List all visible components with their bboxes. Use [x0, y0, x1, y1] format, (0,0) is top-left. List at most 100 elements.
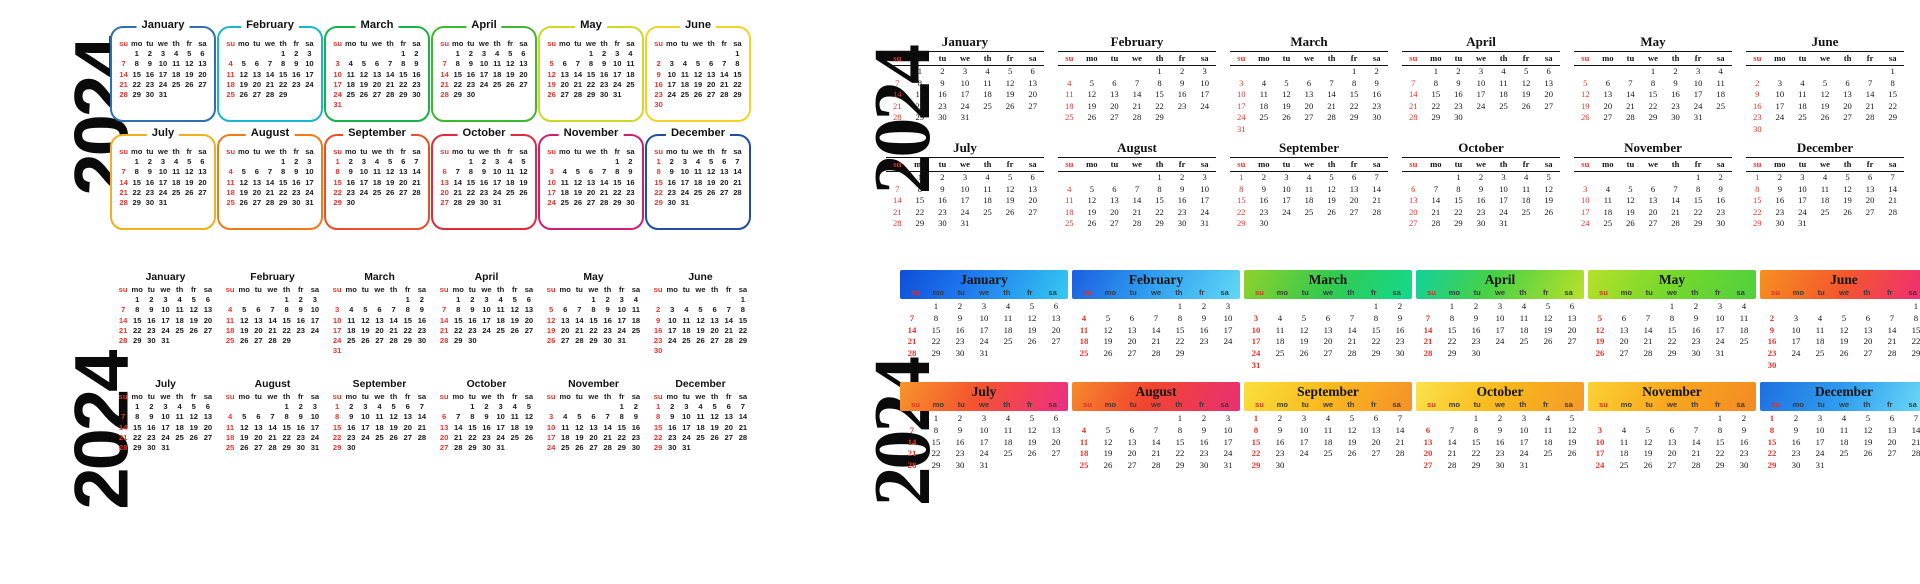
- day-cell[interactable]: 7: [1440, 424, 1464, 436]
- day-cell[interactable]: 5: [387, 402, 401, 412]
- day-cell[interactable]: 4: [1709, 65, 1732, 77]
- day-cell[interactable]: 1: [1687, 171, 1710, 183]
- day-cell[interactable]: 29: [280, 443, 294, 453]
- day-cell[interactable]: 1: [330, 402, 344, 412]
- day-cell[interactable]: 12: [508, 305, 522, 315]
- day-cell[interactable]: 14: [736, 412, 750, 422]
- day-cell[interactable]: 19: [1320, 195, 1343, 207]
- day-cell[interactable]: 4: [170, 49, 183, 59]
- day-cell[interactable]: 14: [722, 315, 736, 325]
- day-cell[interactable]: 31: [1708, 348, 1732, 360]
- day-cell[interactable]: 2: [344, 402, 358, 412]
- day-cell[interactable]: 31: [679, 443, 693, 453]
- day-cell[interactable]: 25: [223, 336, 237, 346]
- day-cell[interactable]: 11: [1268, 324, 1292, 336]
- day-cell[interactable]: 31: [678, 198, 691, 208]
- day-cell[interactable]: 3: [1193, 65, 1216, 77]
- day-cell[interactable]: 27: [1597, 112, 1620, 124]
- day-cell[interactable]: 15: [1464, 436, 1488, 448]
- month-card[interactable]: February su mo tu we th fr sa 1 2 3 4 5 6 7 8 9 10 11 12 13…: [1072, 270, 1240, 370]
- day-cell[interactable]: 15: [1230, 195, 1253, 207]
- day-cell[interactable]: 12: [999, 183, 1022, 195]
- day-cell[interactable]: 20: [1103, 206, 1126, 218]
- day-cell[interactable]: 21: [384, 80, 397, 90]
- day-cell[interactable]: 30: [1664, 112, 1687, 124]
- month-card[interactable]: September su mo tu we th fr sa 1 2 3 4 5 6 7 8 9 10 11 12 13…: [1224, 140, 1394, 238]
- day-cell[interactable]: 13: [558, 315, 572, 325]
- day-cell[interactable]: 7: [263, 167, 276, 177]
- day-cell[interactable]: 22: [1746, 206, 1769, 218]
- day-cell[interactable]: 6: [201, 402, 215, 412]
- day-cell[interactable]: 7: [410, 157, 423, 167]
- day-cell[interactable]: 13: [1612, 324, 1636, 336]
- day-cell[interactable]: 18: [370, 177, 383, 187]
- day-cell[interactable]: 17: [615, 315, 629, 325]
- day-cell[interactable]: 24: [1769, 112, 1792, 124]
- day-cell[interactable]: 11: [372, 412, 386, 422]
- day-cell[interactable]: 26: [1292, 348, 1316, 360]
- day-cell[interactable]: 1: [1447, 171, 1470, 183]
- day-cell[interactable]: 24: [1292, 448, 1316, 460]
- day-cell[interactable]: 2: [1192, 301, 1216, 313]
- day-cell[interactable]: 28: [900, 460, 924, 472]
- day-cell[interactable]: 20: [1859, 195, 1882, 207]
- day-cell[interactable]: 22: [1168, 336, 1192, 348]
- day-cell[interactable]: 20: [1880, 436, 1904, 448]
- day-cell[interactable]: 27: [196, 188, 209, 198]
- day-cell[interactable]: 6: [1044, 413, 1068, 425]
- day-cell[interactable]: 30: [294, 443, 308, 453]
- day-cell[interactable]: 21: [415, 422, 429, 432]
- day-cell[interactable]: 8: [1440, 312, 1464, 324]
- day-cell[interactable]: 29: [1760, 460, 1784, 472]
- day-cell[interactable]: 20: [372, 326, 386, 336]
- day-cell[interactable]: 11: [558, 177, 571, 187]
- day-cell[interactable]: 13: [1859, 183, 1882, 195]
- day-cell[interactable]: 4: [1597, 183, 1620, 195]
- day-cell[interactable]: 29: [651, 443, 665, 453]
- day-cell[interactable]: 6: [250, 167, 263, 177]
- day-cell[interactable]: 24: [1784, 348, 1808, 360]
- day-cell[interactable]: 8: [1881, 77, 1904, 89]
- day-cell[interactable]: 9: [665, 167, 678, 177]
- day-cell[interactable]: 3: [330, 305, 344, 315]
- day-cell[interactable]: 13: [251, 422, 265, 432]
- day-cell[interactable]: 25: [1791, 112, 1814, 124]
- day-cell[interactable]: 5: [1020, 301, 1044, 313]
- day-cell[interactable]: 16: [665, 422, 679, 432]
- day-cell[interactable]: 10: [303, 59, 316, 69]
- day-cell[interactable]: 23: [931, 100, 954, 112]
- day-cell[interactable]: 25: [1612, 460, 1636, 472]
- day-cell[interactable]: 6: [251, 412, 265, 422]
- day-cell[interactable]: 1: [611, 157, 624, 167]
- day-cell[interactable]: 26: [1619, 218, 1642, 230]
- day-cell[interactable]: 12: [1096, 324, 1120, 336]
- day-cell[interactable]: 4: [1072, 312, 1096, 324]
- day-cell[interactable]: 5: [1081, 77, 1104, 89]
- month-card[interactable]: March su mo tu we th fr sa 1 2 3 4 5 6 7 8 9 10 11 12 13 14 1…: [326, 272, 433, 369]
- day-cell[interactable]: 4: [1512, 301, 1536, 313]
- day-cell[interactable]: 28: [886, 112, 909, 124]
- day-cell[interactable]: 30: [143, 198, 156, 208]
- day-cell[interactable]: 1: [331, 157, 344, 167]
- day-cell[interactable]: 30: [1684, 348, 1708, 360]
- day-cell[interactable]: 19: [517, 177, 530, 187]
- day-cell[interactable]: 30: [1171, 218, 1194, 230]
- day-cell[interactable]: 9: [294, 412, 308, 422]
- day-cell[interactable]: 17: [358, 422, 372, 432]
- day-cell[interactable]: 26: [1832, 348, 1856, 360]
- day-cell[interactable]: 16: [144, 422, 158, 432]
- day-cell[interactable]: 1: [130, 157, 143, 167]
- day-cell[interactable]: 9: [464, 59, 477, 69]
- day-cell[interactable]: 13: [201, 412, 215, 422]
- day-cell[interactable]: 22: [1168, 448, 1192, 460]
- day-cell[interactable]: 23: [1760, 348, 1784, 360]
- day-cell[interactable]: 28: [886, 218, 909, 230]
- day-cell[interactable]: 18: [1808, 336, 1832, 348]
- day-cell[interactable]: 31: [158, 443, 172, 453]
- day-cell[interactable]: 23: [143, 80, 156, 90]
- day-cell[interactable]: 8: [130, 305, 144, 315]
- day-cell[interactable]: 22: [130, 80, 143, 90]
- day-cell[interactable]: 12: [1515, 77, 1538, 89]
- day-cell[interactable]: 27: [250, 90, 263, 100]
- day-cell[interactable]: 3: [156, 49, 169, 59]
